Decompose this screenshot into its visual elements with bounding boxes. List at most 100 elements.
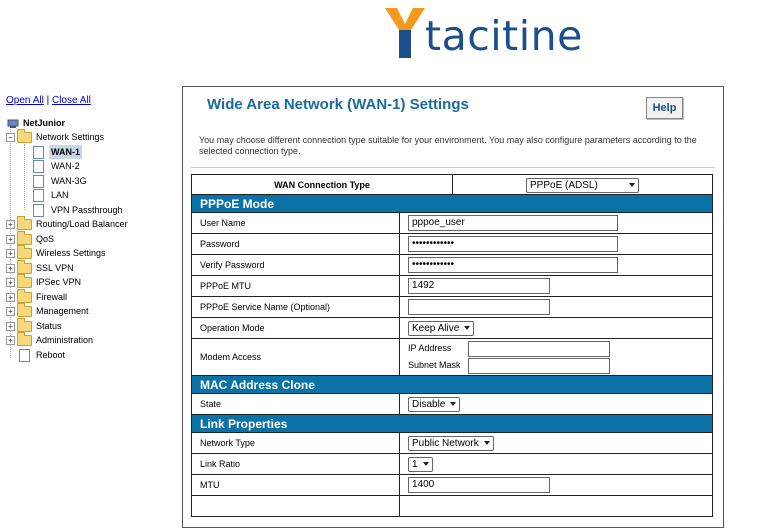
field-cell xyxy=(399,275,713,297)
ip-address-input[interactable] xyxy=(468,341,610,357)
expand-icon[interactable]: + xyxy=(6,278,15,287)
section-title-mac: MAC Address Clone xyxy=(191,375,713,394)
page-icon xyxy=(33,204,44,217)
page-icon xyxy=(19,349,30,362)
wan-connection-type-select[interactable]: PPPoE (ADSL) xyxy=(526,177,639,193)
section-title-pppoe: PPPoE Mode xyxy=(191,194,713,213)
tree-item-label: LAN xyxy=(51,190,69,200)
tree-item-label: QoS xyxy=(36,234,55,244)
folder-icon xyxy=(17,303,32,317)
close-all-link[interactable]: Close All xyxy=(52,95,91,106)
field-cell xyxy=(399,495,713,517)
table-row: PPPoE Service Name (Optional) xyxy=(191,296,713,318)
expand-icon[interactable]: + xyxy=(6,235,15,244)
mtu-input[interactable] xyxy=(408,477,550,493)
wan-connection-type-cell: PPPoE (ADSL) xyxy=(452,174,713,196)
expand-icon[interactable]: + xyxy=(6,322,15,331)
tree-toggle-links: Open All | Close All xyxy=(6,95,91,106)
page-icon xyxy=(33,175,44,188)
field-cell: Disable xyxy=(399,393,713,415)
open-all-link[interactable]: Open All xyxy=(6,95,44,106)
table-row: Password xyxy=(191,233,713,255)
collapse-icon[interactable]: − xyxy=(6,133,15,142)
tree-item-label: WAN-2 xyxy=(51,161,80,171)
brand-name: tacitine xyxy=(425,12,583,60)
select-value: Disable xyxy=(412,398,446,410)
table-row: Network Type Public Network xyxy=(191,432,713,454)
field-label: Network Type xyxy=(191,432,400,454)
tree-item-label: IPSec VPN xyxy=(36,277,82,287)
table-row xyxy=(191,495,713,517)
separator: | xyxy=(46,95,50,106)
folder-open-icon xyxy=(17,129,32,143)
page-title: Wide Area Network (WAN-1) Settings xyxy=(207,96,469,113)
folder-icon xyxy=(17,274,32,288)
table-row: WAN Connection Type PPPoE (ADSL) xyxy=(191,174,713,196)
select-value: 1 xyxy=(412,458,418,470)
folder-icon xyxy=(17,318,32,332)
field-cell xyxy=(399,212,713,234)
pppoe-table: PPPoE Mode User Name Password Verify Pas… xyxy=(191,194,713,517)
select-value: PPPoE (ADSL) xyxy=(530,179,598,191)
field-cell: Public Network xyxy=(399,432,713,454)
tree-item-label: Routing/Load Balancer xyxy=(36,219,128,229)
user-name-input[interactable] xyxy=(408,215,618,231)
expand-icon[interactable]: + xyxy=(6,220,15,229)
section-header: MAC Address Clone xyxy=(191,375,713,394)
section-title-link: Link Properties xyxy=(191,414,713,433)
chevron-down-icon xyxy=(450,401,457,406)
network-type-select[interactable]: Public Network xyxy=(408,435,494,451)
field-cell: IP Address Subnet Mask xyxy=(399,338,713,376)
table-row: State Disable xyxy=(191,393,713,415)
expand-icon[interactable]: + xyxy=(6,307,15,316)
folder-icon xyxy=(17,260,32,274)
tree-item-label: Management xyxy=(36,306,89,316)
tree-item-label: Wireless Settings xyxy=(36,248,106,258)
password-input[interactable] xyxy=(408,236,618,252)
field-cell: 1 xyxy=(399,453,713,475)
tree-item-label: VPN Passthrough xyxy=(51,205,123,215)
table-row: MTU xyxy=(191,474,713,496)
tree-item-label: WAN-3G xyxy=(51,176,87,186)
select-value: Keep Alive xyxy=(412,322,460,334)
ip-address-label: IP Address xyxy=(408,343,452,353)
field-label xyxy=(191,495,400,517)
table-row: Modem Access IP Address Subnet Mask xyxy=(191,338,713,376)
expand-icon[interactable]: + xyxy=(6,264,15,273)
expand-icon[interactable]: + xyxy=(6,293,15,302)
link-ratio-select[interactable]: 1 xyxy=(408,456,433,472)
field-cell xyxy=(399,254,713,276)
subnet-mask-label: Subnet Mask xyxy=(408,360,461,370)
verify-password-input[interactable] xyxy=(408,257,618,273)
tree-item-label: Firewall xyxy=(36,292,68,302)
field-label: Modem Access xyxy=(191,338,400,376)
tree-item-label: Reboot xyxy=(36,350,66,360)
chevron-down-icon xyxy=(629,182,635,187)
section-header: PPPoE Mode xyxy=(191,194,713,213)
table-row: Operation Mode Keep Alive xyxy=(191,317,713,339)
tacitine-logo-mark-icon xyxy=(385,8,425,58)
divider xyxy=(191,167,715,168)
state-select[interactable]: Disable xyxy=(408,396,461,412)
field-label: MTU xyxy=(191,474,400,496)
modem-access-group: IP Address Subnet Mask xyxy=(408,339,704,375)
tree-item-label: Status xyxy=(36,321,62,331)
help-button[interactable]: Help xyxy=(646,97,683,119)
service-name-input[interactable] xyxy=(408,299,550,315)
operation-mode-select[interactable]: Keep Alive xyxy=(408,320,475,336)
subnet-mask-input[interactable] xyxy=(468,358,610,374)
folder-icon xyxy=(17,289,32,303)
select-value: Public Network xyxy=(412,437,479,449)
expand-icon[interactable]: + xyxy=(6,336,15,345)
pppoe-mtu-input[interactable] xyxy=(408,278,550,294)
field-label: Verify Password xyxy=(191,254,400,276)
field-cell xyxy=(399,474,713,496)
chevron-down-icon xyxy=(464,325,471,330)
field-cell xyxy=(399,296,713,318)
tree-item-label: WAN-1 xyxy=(49,145,82,159)
field-label: State xyxy=(191,393,400,415)
wan-connection-type-label: WAN Connection Type xyxy=(191,174,453,196)
expand-icon[interactable]: + xyxy=(6,249,15,258)
folder-icon xyxy=(17,332,32,346)
page-icon xyxy=(33,160,44,173)
